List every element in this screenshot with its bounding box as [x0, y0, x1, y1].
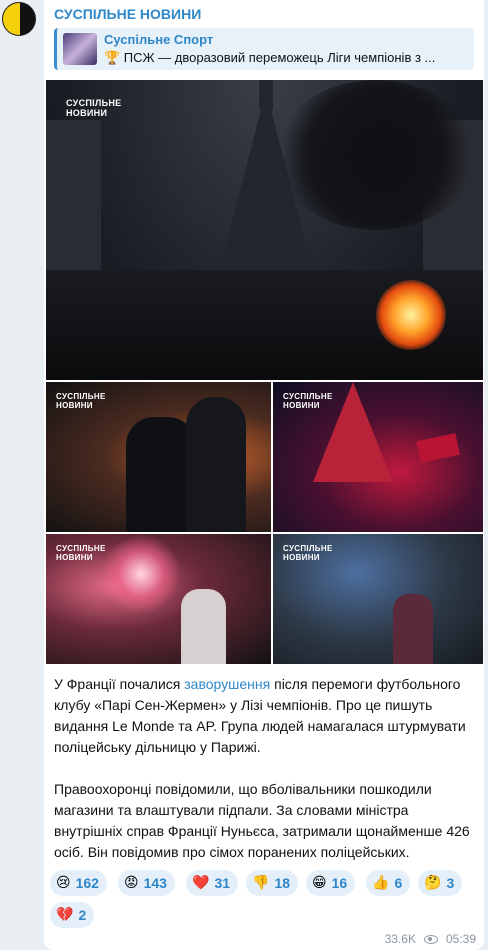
reply-preview[interactable]: Суспільне Спорт 🏆 ПСЖ — дворазовий перем… — [54, 28, 474, 70]
message-meta: 33.6K 05:39 — [385, 932, 476, 946]
reaction-grinning[interactable]: 😁 16 — [306, 870, 356, 896]
photo-watermark: СУСПІЛЬНЕ НОВИНИ — [56, 392, 106, 410]
reaction-crying[interactable]: 😢 162 — [50, 870, 107, 896]
police-officer — [186, 397, 246, 532]
fire — [376, 280, 446, 350]
flag — [416, 433, 460, 463]
reaction-thinking[interactable]: 🤔 3 — [418, 870, 463, 896]
reaction-angry[interactable]: 😡 143 — [118, 870, 175, 896]
message-time: 05:39 — [445, 932, 476, 946]
reaction-broken-heart[interactable]: 💔 2 — [50, 902, 95, 928]
photo-watermark: СУСПІЛЬНЕ НОВИНИ — [283, 392, 333, 410]
reply-title: Суспільне Спорт — [104, 32, 214, 47]
photo-flare[interactable]: СУСПІЛЬНЕ НОВИНИ — [46, 534, 271, 664]
photo-main[interactable]: СУСПІЛЬНЕ НОВИНИ — [46, 80, 483, 380]
channel-name[interactable]: СУСПІЛЬНЕ НОВИНИ — [54, 6, 201, 22]
eye-icon — [423, 934, 438, 944]
thinking-face-icon: 🤔 — [424, 875, 442, 891]
message-paragraph-1: У Франції почалися заворушення після пер… — [54, 674, 478, 758]
view-count: 33.6K — [384, 932, 416, 946]
red-heart-icon: ❤️ — [192, 875, 210, 891]
reaction-heart[interactable]: ❤️ 31 — [186, 870, 239, 896]
reaction-count: 3 — [446, 875, 455, 891]
reaction-count: 162 — [75, 875, 99, 891]
grinning-face-icon: 😁 — [312, 875, 327, 891]
flare-light — [101, 534, 181, 614]
avatar-yellow-half — [3, 3, 20, 35]
reaction-count: 18 — [274, 875, 291, 891]
message-bubble: СУСПІЛЬНЕ НОВИНИ Суспільне Спорт 🏆 ПСЖ —… — [44, 0, 484, 950]
reaction-count: 6 — [394, 875, 403, 891]
reply-thumbnail — [63, 33, 97, 65]
message-paragraph-2: Правоохоронці повідомили, що вболівальни… — [54, 781, 470, 860]
reaction-thumbs-up[interactable]: 👍 6 — [366, 870, 411, 896]
reaction-count: 16 — [331, 875, 348, 891]
fan — [181, 589, 226, 664]
fan — [393, 594, 433, 664]
crying-face-icon: 😢 — [56, 875, 71, 891]
photo-watermark: СУСПІЛЬНЕ НОВИНИ — [283, 544, 333, 562]
reply-text: 🏆 ПСЖ — дворазовий переможець Ліги чемпі… — [104, 50, 436, 65]
thumbs-up-icon: 👍 — [372, 875, 390, 891]
smoke — [276, 80, 476, 230]
broken-heart-icon: 💔 — [56, 907, 74, 923]
channel-avatar[interactable] — [2, 2, 36, 36]
text-segment: У Франції почалися — [54, 676, 185, 692]
photo-tower-lit[interactable]: СУСПІЛЬНЕ НОВИНИ — [273, 382, 483, 532]
thumbs-down-icon: 👎 — [252, 875, 270, 891]
reaction-count: 2 — [78, 907, 87, 923]
photo-watermark: СУСПІЛЬНЕ НОВИНИ — [66, 98, 122, 118]
reaction-thumbs-down[interactable]: 👎 18 — [246, 870, 299, 896]
photo-police[interactable]: СУСПІЛЬНЕ НОВИНИ — [46, 382, 271, 532]
riots-link[interactable]: заворушення — [184, 676, 270, 692]
photo-watermark: СУСПІЛЬНЕ НОВИНИ — [56, 544, 106, 562]
photo-fans[interactable]: СУСПІЛЬНЕ НОВИНИ — [273, 534, 483, 664]
reaction-count: 31 — [214, 875, 231, 891]
angry-face-icon: 😡 — [124, 875, 139, 891]
message-text: У Франції почалися заворушення після пер… — [54, 674, 478, 863]
reaction-count: 143 — [143, 875, 167, 891]
